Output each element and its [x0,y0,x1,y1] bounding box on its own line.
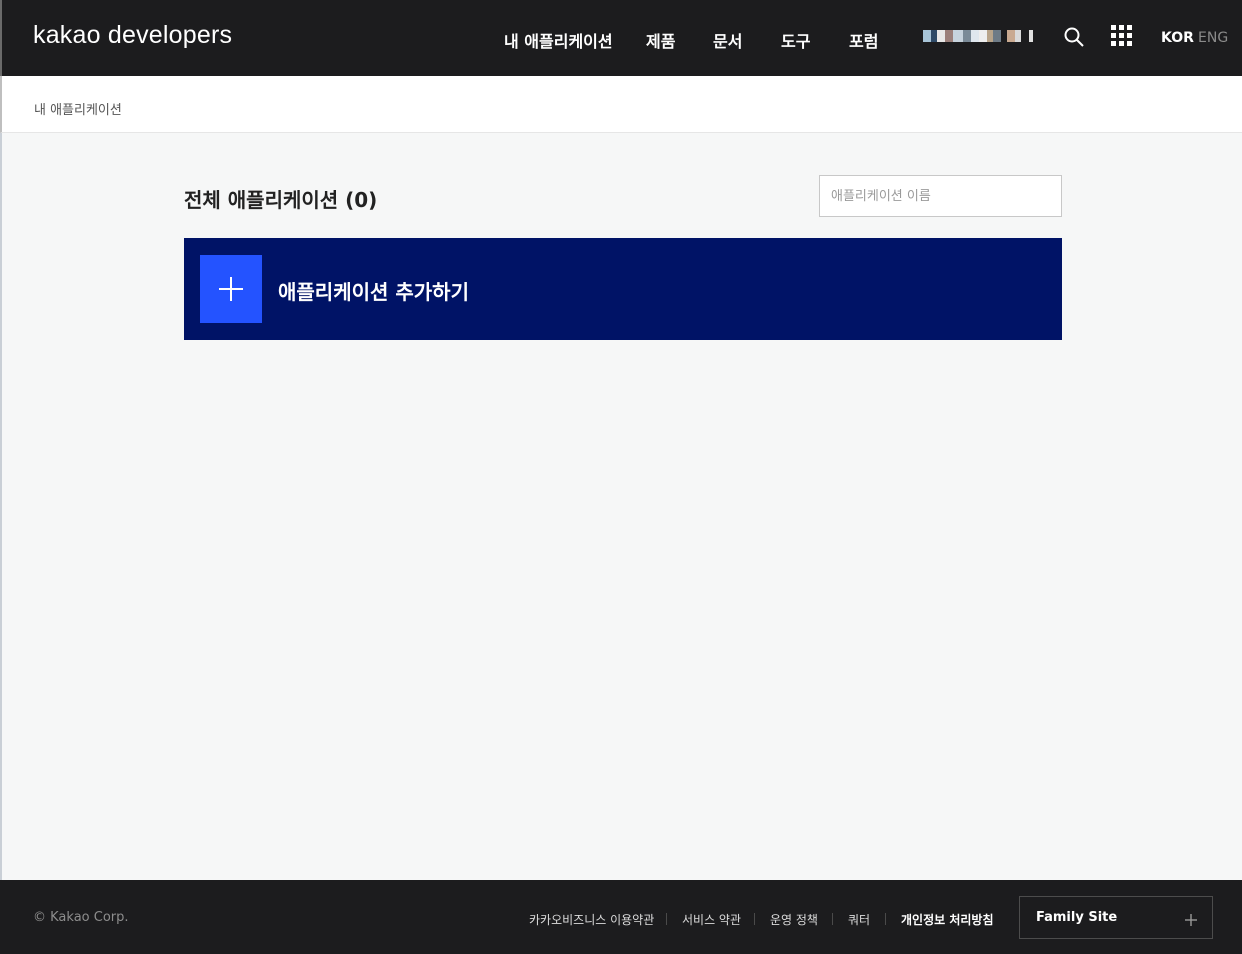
plus-icon-box [200,255,262,323]
nav-tools[interactable]: 도구 [781,28,810,52]
plus-icon [1185,911,1197,930]
breadcrumb-bar: 내 애플리케이션 [0,76,1242,133]
family-site-label: Family Site [1036,910,1118,925]
footer-link-quota[interactable]: 쿼터 [848,911,870,928]
footer-link-operation-policy[interactable]: 운영 정책 [770,911,818,928]
add-application-label: 애플리케이션 추가하기 [278,280,469,304]
lang-kor-button[interactable]: KOR [1161,30,1194,46]
nav-products[interactable]: 제품 [646,28,675,52]
footer-link-business-terms[interactable]: 카카오비즈니스 이용약관 [529,911,654,928]
add-application-button[interactable]: 애플리케이션 추가하기 [184,238,1062,340]
footer: © Kakao Corp. 카카오비즈니스 이용약관 서비스 약관 운영 정책 … [0,880,1242,954]
page-title: 전체 애플리케이션 (0) [184,188,378,212]
account-avatar-pixelated[interactable] [923,30,1035,42]
grid-icon[interactable] [1111,25,1133,47]
footer-link-privacy-policy[interactable]: 개인정보 처리방침 [901,911,994,928]
footer-divider [885,913,886,925]
family-site-dropdown[interactable]: Family Site [1019,896,1213,939]
lang-eng-button[interactable]: ENG [1198,30,1228,46]
nav-my-applications[interactable]: 내 애플리케이션 [504,28,613,52]
copyright-text: © Kakao Corp. [33,910,129,925]
footer-divider [754,913,755,925]
app-name-search-input[interactable] [819,175,1062,217]
search-icon[interactable] [1064,27,1084,47]
nav-docs[interactable]: 문서 [713,28,742,52]
window-edge [0,133,2,880]
footer-link-service-terms[interactable]: 서비스 약관 [682,911,741,928]
nav-forum[interactable]: 포럼 [849,28,878,52]
breadcrumb[interactable]: 내 애플리케이션 [34,99,122,118]
logo-suffix: developers [107,21,233,49]
top-header: kakao developers 내 애플리케이션 제품 문서 도구 포럼 KO… [0,0,1242,76]
footer-divider [832,913,833,925]
footer-divider [666,913,667,925]
plus-icon [219,277,243,301]
logo-brand: kakao [33,21,101,49]
kakao-developers-logo[interactable]: kakao developers [33,21,232,50]
